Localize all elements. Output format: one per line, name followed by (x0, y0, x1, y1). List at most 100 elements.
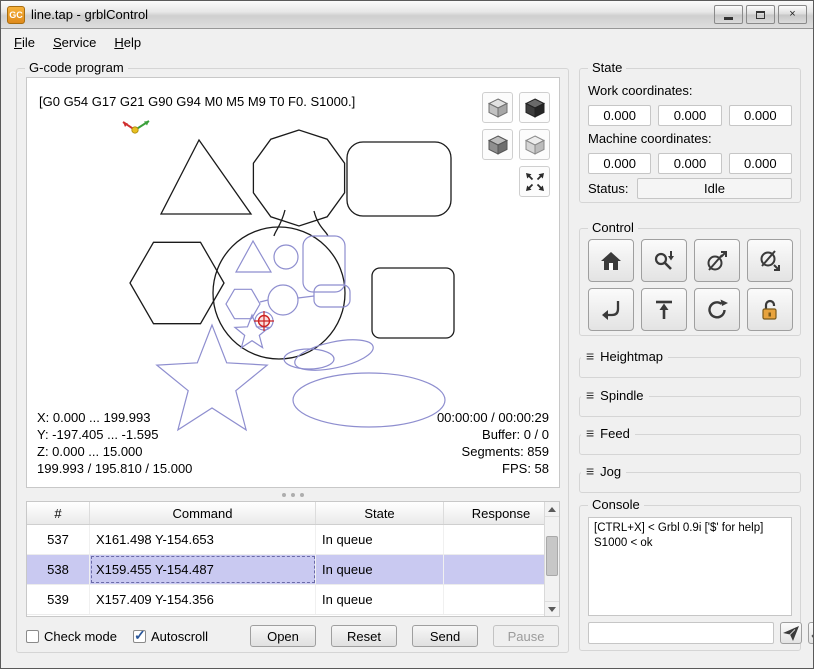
scroll-up-button[interactable] (545, 502, 559, 517)
console-clear-button[interactable] (808, 622, 814, 644)
console-input[interactable] (588, 622, 774, 644)
cell-command: X161.498 Y-154.653 (90, 525, 316, 554)
cell-command: X159.455 Y-154.487 (90, 555, 316, 584)
cell-num: 539 (27, 585, 90, 614)
app-icon: GC (7, 6, 25, 24)
unlock-icon (757, 297, 783, 323)
view-cube-1-button[interactable] (482, 92, 513, 123)
menubar: File Service Help (1, 30, 813, 55)
zero-z-button[interactable] (747, 239, 793, 282)
machine-coordinates-label: Machine coordinates: (588, 131, 712, 146)
cell-response (444, 555, 559, 584)
zero-xy-button[interactable] (694, 239, 740, 282)
state-title: State (588, 60, 626, 75)
work-y-field: 0.000 (658, 105, 721, 126)
table-row-selected[interactable]: 538 X159.455 Y-154.487 In queue (27, 555, 559, 585)
z-probe-icon (651, 248, 677, 274)
menu-service[interactable]: Service (44, 32, 105, 53)
cell-state: In queue (316, 555, 444, 584)
command-table: # Command State Response 537 X161.498 Y-… (26, 501, 560, 617)
pause-button: Pause (493, 625, 559, 647)
view-cube-1-icon (487, 97, 509, 119)
status-label: Status: (588, 181, 628, 196)
cell-num: 537 (27, 525, 90, 554)
cell-state: In queue (316, 525, 444, 554)
minimize-button[interactable] (714, 5, 743, 24)
view-cube-4-icon (524, 134, 546, 156)
splitter-dot (300, 493, 304, 497)
safe-position-button[interactable] (641, 288, 687, 331)
viewport-stats-right: 00:00:00 / 00:00:29 Buffer: 0 / 0 Segmen… (437, 409, 549, 477)
stat-fps: FPS: 58 (437, 460, 549, 477)
zero-xy-icon (704, 248, 730, 274)
console-line: [CTRL+X] < Grbl 0.9i ['$' for help] (594, 521, 786, 536)
splitter-dot (282, 493, 286, 497)
reset-button[interactable]: Reset (331, 625, 397, 647)
console-line: S1000 < ok (594, 536, 786, 551)
console-output: [CTRL+X] < Grbl 0.9i ['$' for help] S100… (588, 517, 792, 616)
work-x-field: 0.000 (588, 105, 651, 126)
column-header-command: Command (90, 502, 316, 524)
splitter-handle[interactable] (17, 490, 568, 499)
menu-file[interactable]: File (5, 32, 44, 53)
cell-response (444, 585, 559, 614)
titlebar[interactable]: GC line.tap - grblControl × (1, 1, 813, 29)
view-cube-4-button[interactable] (519, 129, 550, 160)
home-button[interactable] (588, 239, 634, 282)
z-probe-button[interactable] (641, 239, 687, 282)
gcode-viewport[interactable]: [G0 G54 G17 G21 G90 G94 M0 M5 M9 T0 F0. … (26, 77, 560, 488)
cell-command: X157.409 Y-154.356 (90, 585, 316, 614)
view-cube-3-icon (487, 134, 509, 156)
restore-origin-icon (598, 297, 624, 323)
menu-help[interactable]: Help (105, 32, 150, 53)
close-button[interactable]: × (778, 5, 807, 24)
control-title: Control (588, 220, 638, 235)
feed-section[interactable]: ≡ Feed (579, 425, 801, 455)
table-scrollbar[interactable] (544, 502, 559, 616)
checkbox-checked-icon: ✓ (133, 630, 146, 643)
status-value-field: Idle (637, 178, 792, 199)
stat-segments: Segments: 859 (437, 443, 549, 460)
gcode-program-groupbox: G-code program (16, 68, 569, 653)
fit-view-button[interactable] (519, 166, 550, 197)
check-mode-label: Check mode (44, 629, 117, 644)
home-icon (598, 248, 624, 274)
scrollbar-thumb[interactable] (546, 536, 558, 576)
work-coordinates-label: Work coordinates: (588, 83, 693, 98)
check-mode-checkbox[interactable]: Check mode (26, 629, 117, 644)
spindle-section[interactable]: ≡ Spindle (579, 387, 801, 417)
reset-button-control[interactable] (694, 288, 740, 331)
bottom-bar: Check mode ✓ Autoscroll Open Reset Send … (26, 625, 559, 647)
cell-state: In queue (316, 585, 444, 614)
maximize-icon (756, 11, 765, 19)
scroll-down-button[interactable] (545, 601, 559, 616)
cell-num: 538 (27, 555, 90, 584)
tool-position-marker (254, 311, 274, 331)
view-cube-2-button[interactable] (519, 92, 550, 123)
table-header: # Command State Response (27, 502, 559, 525)
jog-label: Jog (600, 464, 621, 479)
machine-x-field: 0.000 (588, 153, 651, 174)
menu-icon: ≡ (586, 387, 594, 403)
console-title: Console (588, 497, 644, 512)
send-icon (781, 623, 801, 643)
origin-axes-marker (123, 121, 149, 133)
autoscroll-label: Autoscroll (151, 629, 208, 644)
menu-icon: ≡ (586, 463, 594, 479)
table-row[interactable]: 537 X161.498 Y-154.653 In queue (27, 525, 559, 555)
send-button[interactable]: Send (412, 625, 478, 647)
view-cube-3-button[interactable] (482, 129, 513, 160)
restore-origin-button[interactable] (588, 288, 634, 331)
autoscroll-checkbox[interactable]: ✓ Autoscroll (133, 629, 208, 644)
jog-section[interactable]: ≡ Jog (579, 463, 801, 493)
stat-time: 00:00:00 / 00:00:29 (437, 409, 549, 426)
stat-buffer: Buffer: 0 / 0 (437, 426, 549, 443)
unlock-button[interactable] (747, 288, 793, 331)
fit-view-icon (524, 171, 546, 193)
console-groupbox: Console [CTRL+X] < Grbl 0.9i ['$' for he… (579, 505, 801, 651)
table-row[interactable]: 539 X157.409 Y-154.356 In queue (27, 585, 559, 615)
console-send-button[interactable] (780, 622, 802, 644)
maximize-button[interactable] (746, 5, 775, 24)
heightmap-section[interactable]: ≡ Heightmap (579, 348, 801, 378)
open-button[interactable]: Open (250, 625, 316, 647)
